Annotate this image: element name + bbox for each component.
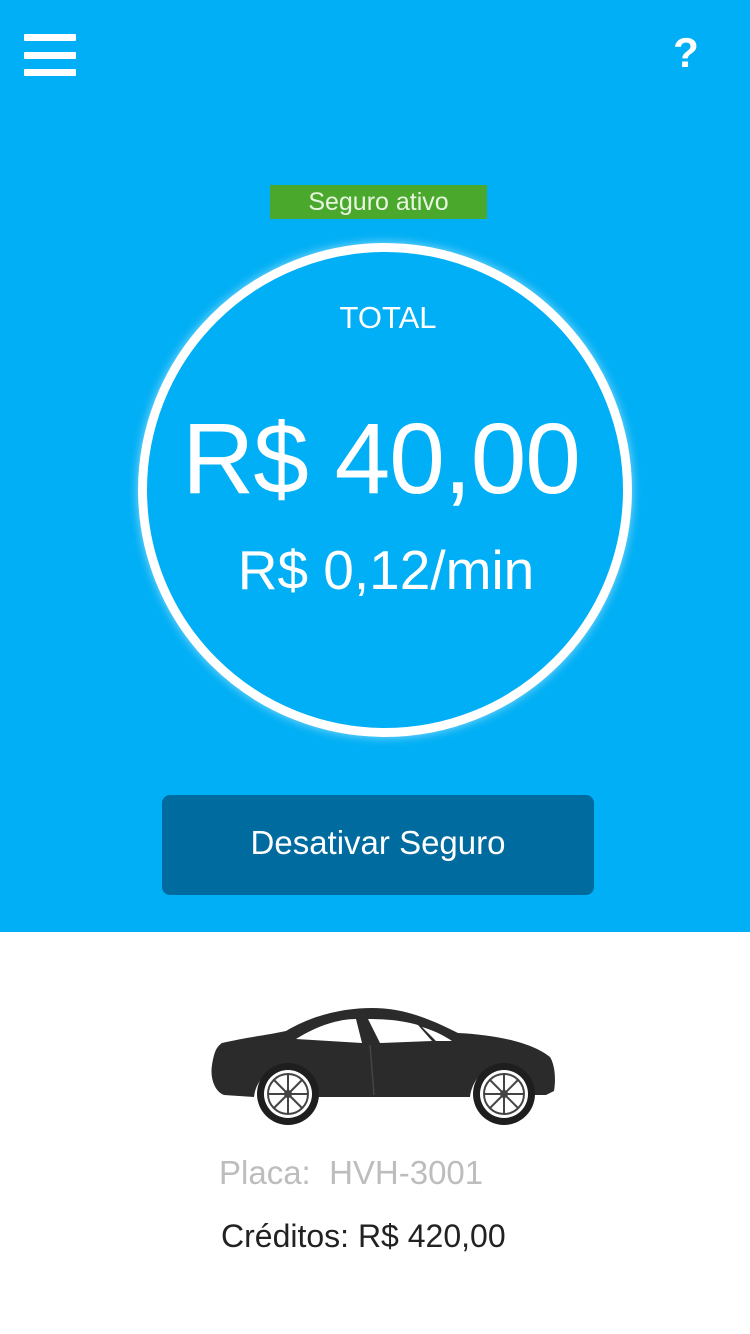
credits-label: Créditos: <box>221 1218 350 1254</box>
menu-icon-bar <box>24 52 76 59</box>
plate-label: Placa: <box>219 1154 311 1191</box>
car-icon <box>211 1008 555 1125</box>
plate-value: HVH-3001 <box>329 1154 484 1191</box>
wheel-rear <box>473 1063 535 1125</box>
credits-info: Créditos: R$ 420,00 <box>221 1218 506 1255</box>
credits-value: R$ 420,00 <box>357 1218 506 1254</box>
total-label: TOTAL <box>339 300 437 335</box>
help-button[interactable]: ? <box>664 26 708 80</box>
deactivate-insurance-button[interactable]: Desativar Seguro <box>162 795 594 895</box>
menu-icon-bar <box>24 34 76 41</box>
header-panel: ? Seguro ativo TOTAL R$ 40,00 R$ 0,12/mi… <box>0 0 750 932</box>
total-value: R$ 40,00 <box>182 403 581 515</box>
wheel-front <box>257 1063 319 1125</box>
menu-icon-bar <box>24 69 76 76</box>
plate-info: Placa: HVH-3001 <box>219 1154 483 1192</box>
menu-button[interactable] <box>24 34 76 78</box>
insurance-status-badge: Seguro ativo <box>270 185 487 219</box>
rate-per-minute: R$ 0,12/min <box>237 539 535 601</box>
